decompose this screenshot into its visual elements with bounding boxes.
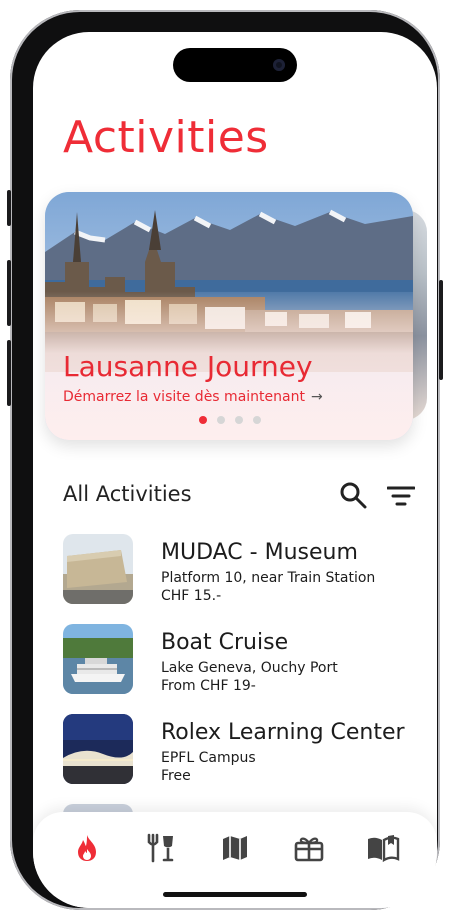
carousel-indicator	[199, 416, 261, 424]
volume-down-button	[7, 340, 11, 406]
carousel-dot[interactable]	[253, 416, 261, 424]
tab-guide[interactable]	[363, 828, 403, 868]
flame-icon	[78, 835, 96, 861]
item-price: CHF 15.-	[161, 588, 222, 604]
item-title: Rolex Learning Center	[161, 720, 405, 745]
tab-food-drink[interactable]	[141, 828, 181, 868]
item-title: MUDAC - Museum	[161, 540, 358, 565]
boat-thumbnail	[63, 624, 133, 694]
section-title: All Activities	[63, 482, 192, 506]
tab-gifts[interactable]	[289, 828, 329, 868]
map-icon	[223, 836, 247, 860]
page-title: Activities	[63, 112, 269, 163]
list-item[interactable]: MUDAC - Museum Platform 10, near Train S…	[63, 534, 413, 608]
arrow-right-icon: →	[310, 389, 323, 405]
volume-up-button	[7, 260, 11, 326]
filter-icon[interactable]	[387, 484, 415, 508]
item-price: Free	[161, 768, 191, 784]
power-button	[439, 280, 443, 380]
screen: Activities Lausanne Journey Démarrez la …	[33, 32, 437, 908]
dynamic-island	[173, 48, 297, 82]
rolex-center-thumbnail	[63, 714, 133, 784]
guide-book-icon	[368, 835, 400, 863]
food-drink-icon	[147, 833, 174, 863]
item-location: Platform 10, near Train Station	[161, 570, 376, 586]
hero-title: Lausanne Journey	[63, 350, 313, 383]
featured-card[interactable]: Lausanne Journey Démarrez la visite dès …	[45, 192, 413, 440]
hero-subtitle: Démarrez la visite dès maintenant	[63, 389, 305, 405]
carousel-dot[interactable]	[199, 416, 207, 424]
camera-icon	[273, 59, 285, 71]
item-price: From CHF 19-	[161, 678, 256, 694]
item-location: EPFL Campus	[161, 750, 256, 766]
tab-activities[interactable]	[67, 828, 107, 868]
item-location: Lake Geneva, Ouchy Port	[161, 660, 338, 676]
phone-frame: Activities Lausanne Journey Démarrez la …	[7, 10, 443, 910]
list-item[interactable]: Boat Cruise Lake Geneva, Ouchy Port From…	[63, 624, 413, 698]
action-button	[7, 190, 11, 226]
museum-thumbnail	[63, 534, 133, 604]
carousel-dot[interactable]	[235, 416, 243, 424]
carousel-dot[interactable]	[217, 416, 225, 424]
hero-subtitle-link[interactable]: Démarrez la visite dès maintenant →	[63, 389, 323, 405]
search-icon[interactable]	[339, 481, 367, 509]
gift-icon	[294, 837, 324, 862]
item-title: Boat Cruise	[161, 630, 289, 655]
list-item[interactable]: Rolex Learning Center EPFL Campus Free	[63, 714, 413, 788]
home-indicator[interactable]	[163, 892, 307, 897]
tab-map[interactable]	[215, 828, 255, 868]
